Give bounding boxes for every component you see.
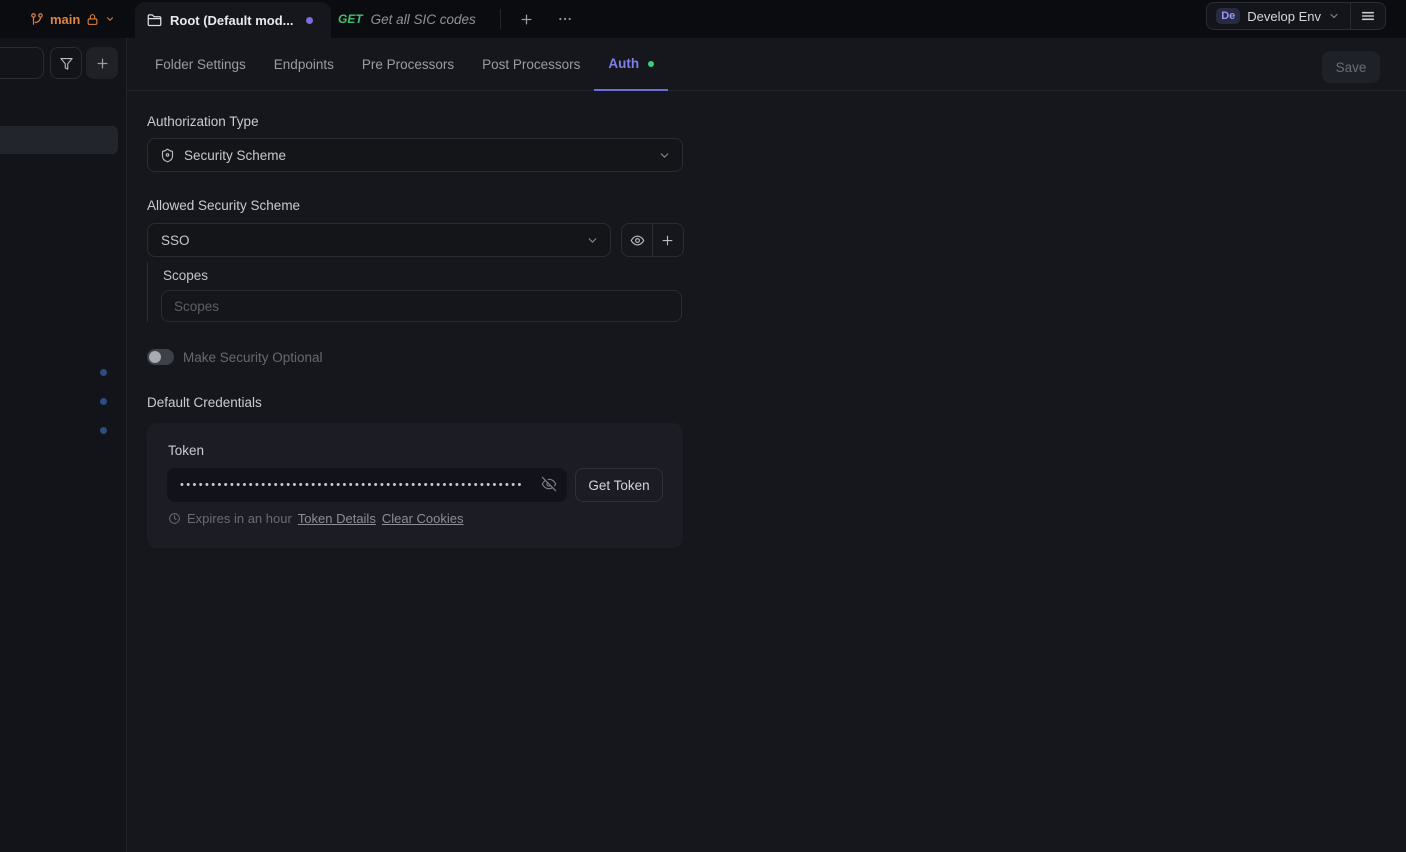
filter-button[interactable] [50, 47, 82, 79]
environment-selector[interactable]: De Develop Env [1207, 3, 1350, 29]
unsaved-changes-dot [306, 17, 313, 24]
plus-icon [660, 233, 675, 248]
hamburger-icon [1360, 8, 1376, 24]
scopes-indent-line [147, 262, 148, 322]
sidebar-selected-item[interactable] [0, 126, 118, 154]
environment-group: De Develop Env [1206, 2, 1386, 30]
top-bar: main Root (Default mod... GET Get all SI… [0, 0, 1406, 38]
default-credentials-card: Token Get Token Expires in an hour Token… [147, 423, 683, 548]
branch-name: main [50, 12, 80, 27]
token-input[interactable] [167, 468, 567, 502]
sidebar-change-dot [100, 398, 107, 405]
save-button[interactable]: Save [1322, 51, 1380, 83]
tab-label: Post Processors [482, 57, 580, 72]
scopes-label: Scopes [163, 268, 208, 283]
view-scheme-button[interactable] [622, 224, 652, 256]
tab-overflow-menu-button[interactable] [550, 0, 580, 38]
add-scheme-button[interactable] [653, 224, 683, 256]
folder-icon [147, 13, 162, 28]
plus-icon [95, 56, 110, 71]
tab-request[interactable]: GET Get all SIC codes [338, 0, 476, 38]
eye-icon [630, 233, 645, 248]
ellipsis-icon [557, 11, 573, 27]
sidebar [0, 38, 127, 852]
sidebar-search-input[interactable] [0, 47, 44, 79]
authorization-type-value: Security Scheme [184, 148, 286, 163]
sidebar-change-dot [100, 427, 107, 434]
scopes-input[interactable] [161, 290, 682, 322]
chevron-down-icon [1328, 10, 1340, 22]
allowed-scheme-value: SSO [161, 233, 190, 248]
environment-badge: De [1216, 8, 1240, 24]
request-tab-title: Get all SIC codes [371, 12, 476, 27]
filter-icon [59, 56, 74, 71]
allowed-scheme-label: Allowed Security Scheme [147, 198, 300, 213]
default-credentials-heading: Default Credentials [147, 395, 262, 410]
chevron-down-icon [658, 149, 671, 162]
token-field-wrap [167, 468, 567, 502]
make-security-optional-toggle-row[interactable]: Make Security Optional [147, 349, 323, 365]
tab-auth[interactable]: Auth [594, 38, 668, 91]
sidebar-add-button[interactable] [86, 47, 118, 79]
active-status-dot [648, 61, 654, 67]
tab-label: Endpoints [274, 57, 334, 72]
clear-cookies-link[interactable]: Clear Cookies [382, 511, 464, 526]
new-tab-button[interactable] [511, 0, 541, 38]
tab-strip-divider [500, 9, 501, 29]
scheme-actions-group [621, 223, 684, 257]
tab-folder-settings[interactable]: Folder Settings [141, 38, 260, 91]
settings-tabs-row: Folder Settings Endpoints Pre Processors… [127, 38, 1406, 91]
settings-tabs: Folder Settings Endpoints Pre Processors… [141, 38, 668, 91]
plus-icon [519, 12, 534, 27]
tab-pre-processors[interactable]: Pre Processors [348, 38, 468, 91]
token-expiry-text: Expires in an hour [187, 511, 292, 526]
tab-label: Folder Settings [155, 57, 246, 72]
tab-folder-root[interactable]: Root (Default mod... [135, 2, 331, 38]
lock-icon [86, 13, 99, 26]
tab-post-processors[interactable]: Post Processors [468, 38, 594, 91]
authorization-type-label: Authorization Type [147, 114, 259, 129]
tab-label: Auth [608, 56, 639, 71]
tab-label: Pre Processors [362, 57, 454, 72]
allowed-scheme-select[interactable]: SSO [147, 223, 611, 257]
token-details-link[interactable]: Token Details [298, 511, 376, 526]
app-window: main Root (Default mod... GET Get all SI… [0, 0, 1406, 852]
sidebar-change-dot [100, 369, 107, 376]
git-branch-icon [30, 12, 44, 26]
shield-icon [160, 148, 175, 163]
git-branch-selector[interactable]: main [30, 0, 115, 38]
eye-off-icon[interactable] [541, 476, 557, 492]
clock-icon [168, 512, 181, 525]
toggle-switch-off[interactable] [147, 349, 174, 365]
main-menu-button[interactable] [1351, 3, 1385, 29]
get-token-button[interactable]: Get Token [575, 468, 663, 502]
toggle-label: Make Security Optional [183, 350, 323, 365]
token-label: Token [168, 443, 204, 458]
tab-endpoints[interactable]: Endpoints [260, 38, 348, 91]
token-footer: Expires in an hour Token Details Clear C… [168, 511, 463, 526]
toggle-knob [149, 351, 161, 363]
folder-tab-title: Root (Default mod... [170, 13, 294, 28]
chevron-down-icon [586, 234, 599, 247]
authorization-type-select[interactable]: Security Scheme [147, 138, 683, 172]
chevron-down-icon [105, 14, 115, 24]
request-method-badge: GET [338, 12, 363, 26]
environment-label: Develop Env [1247, 9, 1321, 24]
